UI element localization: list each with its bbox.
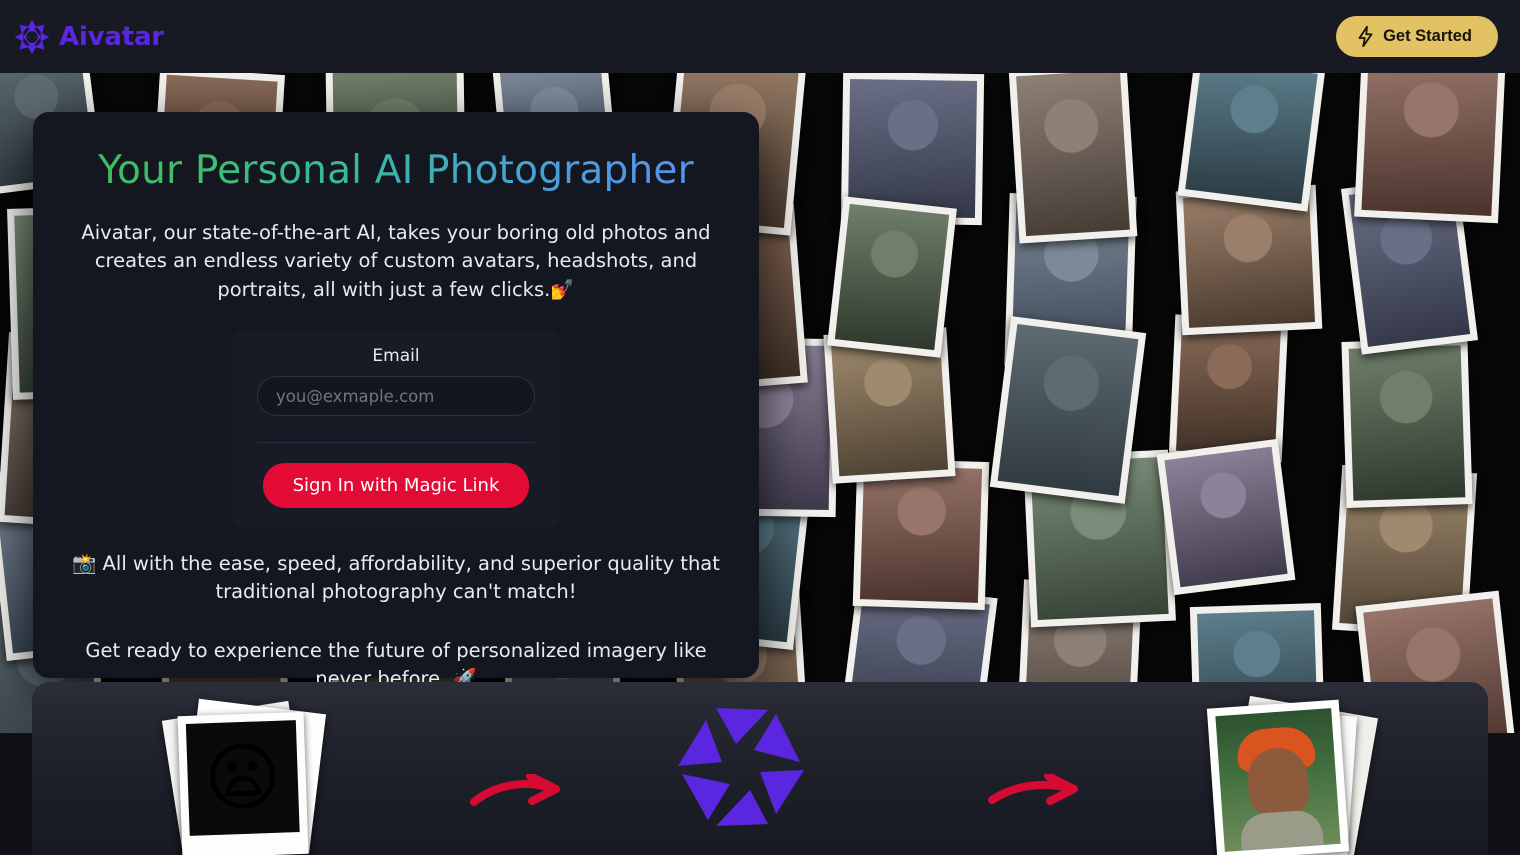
- get-started-button[interactable]: Get Started: [1336, 16, 1498, 57]
- email-input[interactable]: [257, 376, 535, 417]
- lightning-bolt-icon: [1356, 25, 1375, 48]
- transformation-strip: 😦: [32, 682, 1488, 855]
- collage-photo: [1156, 438, 1296, 596]
- app-root: Aivatar Get Started Your Personal AI Pho…: [0, 0, 1520, 855]
- hero-subtitle: Aivatar, our state-of-the-art AI, takes …: [81, 221, 711, 301]
- get-started-label: Get Started: [1383, 27, 1472, 45]
- curved-arrow-right-icon-right: [988, 772, 1082, 818]
- before-photo-stack: 😦: [150, 692, 330, 855]
- email-label: Email: [372, 346, 420, 367]
- collage-photo: [1008, 73, 1138, 244]
- hero-signin-card: Your Personal AI Photographer Aivatar, o…: [33, 112, 759, 690]
- collage-photo: [1354, 73, 1506, 224]
- hero-note-quality: 📸 All with the ease, speed, affordabilit…: [72, 552, 720, 604]
- collage-photo: [1177, 73, 1326, 212]
- result-polaroid-front: [1206, 699, 1350, 855]
- collage-photo: [1341, 338, 1473, 508]
- top-navigation-bar: Aivatar Get Started: [0, 0, 1520, 73]
- brand-logo[interactable]: Aivatar: [14, 19, 164, 55]
- signin-form: Email Sign In with Magic Link: [233, 330, 559, 529]
- frowning-face-emoji: 😦: [202, 733, 283, 823]
- collage-photo: [827, 196, 957, 358]
- sign-in-magic-link-button[interactable]: Sign In with Magic Link: [262, 463, 530, 509]
- star-burst-icon: [14, 19, 50, 55]
- polaroid-front: 😦: [177, 711, 309, 855]
- curved-arrow-right-icon-left: [470, 772, 564, 818]
- brand-name: Aivatar: [59, 21, 164, 52]
- collage-photo: [989, 316, 1147, 504]
- after-photo-stack: [1182, 688, 1379, 855]
- form-divider: [257, 442, 535, 444]
- page-title: Your Personal AI Photographer: [59, 148, 733, 193]
- aivatar-aperture-logo-icon: [672, 692, 812, 846]
